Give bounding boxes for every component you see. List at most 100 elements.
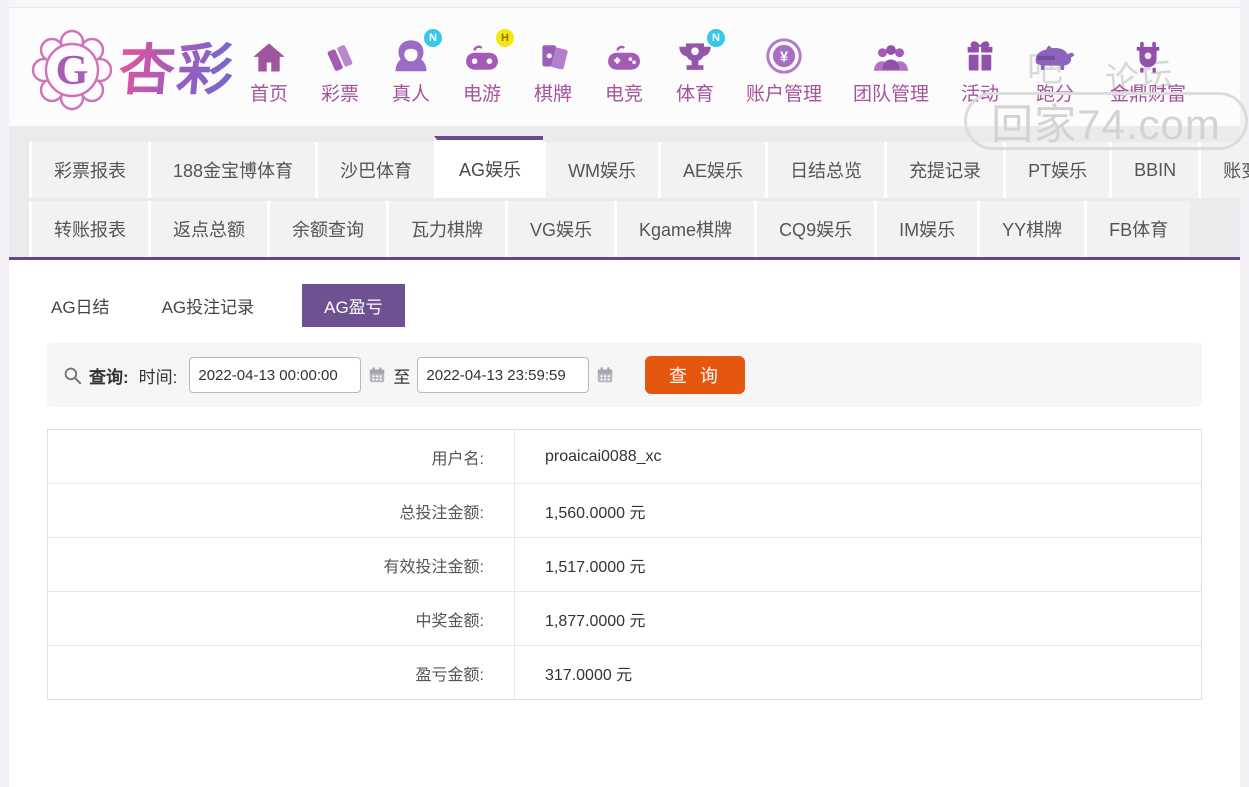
- nav-label: 体育: [675, 83, 714, 105]
- tab-kgame-chess[interactable]: Kgame棋牌: [614, 201, 755, 257]
- row-label: 盈亏金额:: [47, 645, 515, 700]
- query-button[interactable]: 查 询: [645, 356, 746, 394]
- nav-label: 团队管理: [853, 83, 930, 105]
- nav-home[interactable]: 首页: [249, 35, 289, 106]
- content: AG日结 AG投注记录 AG盈亏 查询: 时间: 至 查 询 用户: [9, 260, 1240, 700]
- tab-deposit-withdraw-records[interactable]: 充提记录: [884, 142, 1004, 198]
- tab-im-entertainment[interactable]: IM娱乐: [874, 201, 978, 257]
- start-time-input[interactable]: [189, 357, 362, 393]
- search-icon: [63, 366, 82, 385]
- tab-ag-entertainment[interactable]: AG娱乐: [434, 136, 544, 198]
- ag-subtabs: AG日结 AG投注记录 AG盈亏: [47, 260, 1202, 327]
- tab-yy-chess[interactable]: YY棋牌: [977, 201, 1085, 257]
- nav-label: 跑分: [1036, 83, 1075, 105]
- lottery-ticket-icon: [322, 35, 358, 75]
- tab-wm-entertainment[interactable]: WM娱乐: [543, 142, 659, 198]
- tab-188jinbaobo-sports[interactable]: 188金宝博体育: [148, 142, 316, 198]
- svg-text:¥: ¥: [780, 49, 789, 65]
- home-icon: [251, 35, 287, 75]
- rhino-icon: [1031, 35, 1079, 75]
- tab-shaba-sports[interactable]: 沙巴体育: [315, 142, 435, 198]
- tab-lottery-report[interactable]: 彩票报表: [29, 142, 148, 198]
- nav-jinding-wealth[interactable]: 金鼎财富: [1110, 35, 1186, 106]
- nav-account-management[interactable]: ¥ 账户管理: [746, 35, 822, 106]
- main-nav: 首页 彩票 N 真人 H 电游 棋牌 电竞 N 体育 ¥ 账户管理 团队管理 活…: [249, 28, 1186, 106]
- nav-paofen[interactable]: 跑分: [1031, 35, 1079, 106]
- nav-lottery[interactable]: 彩票: [320, 35, 360, 106]
- subtab-ag-profit-loss[interactable]: AG盈亏: [302, 284, 405, 327]
- end-calendar-icon[interactable]: [596, 366, 614, 384]
- gift-icon: [962, 35, 998, 75]
- nav-live[interactable]: N 真人: [391, 28, 442, 106]
- ding-icon: [1130, 35, 1166, 75]
- to-label: 至: [393, 367, 411, 387]
- nav-label: 首页: [249, 83, 288, 105]
- tab-daily-summary[interactable]: 日结总览: [765, 142, 885, 198]
- coin-icon: ¥: [765, 35, 803, 75]
- table-row-total-bet: 总投注金额: 1,560.0000 元: [47, 483, 1202, 538]
- brand-logo[interactable]: G 杏彩: [31, 29, 249, 111]
- tab-row-1: 彩票报表 188金宝博体育 沙巴体育 AG娱乐 WM娱乐 AE娱乐 日结总览 充…: [29, 136, 1249, 198]
- query-label: 查询:: [89, 367, 129, 387]
- row-label: 总投注金额:: [47, 483, 515, 538]
- nav-label: 真人: [391, 83, 430, 105]
- row-label: 中奖金额:: [47, 591, 515, 646]
- report-tabs: 彩票报表 188金宝博体育 沙巴体育 AG娱乐 WM娱乐 AE娱乐 日结总览 充…: [9, 126, 1249, 260]
- tab-balance-query[interactable]: 余额查询: [267, 201, 386, 257]
- esports-gamepad-icon: [604, 35, 644, 75]
- row-value: proaicai0088_xc: [514, 429, 1202, 484]
- nav-label: 电游: [462, 83, 501, 105]
- nav-chess[interactable]: 棋牌: [533, 35, 573, 106]
- live-n-badge: N: [424, 28, 442, 47]
- nav-label: 彩票: [320, 83, 359, 105]
- nav-label: 账户管理: [746, 83, 823, 105]
- subtab-ag-daily[interactable]: AG日结: [47, 284, 114, 327]
- row-value: 317.0000 元: [545, 666, 633, 684]
- start-calendar-icon[interactable]: [368, 366, 386, 384]
- table-row-username: 用户名: proaicai0088_xc: [47, 429, 1202, 484]
- table-row-win-amount: 中奖金额: 1,877.0000 元: [47, 591, 1202, 646]
- nav-esports[interactable]: 电竞: [604, 35, 644, 106]
- tab-ae-entertainment[interactable]: AE娱乐: [658, 142, 766, 198]
- nav-label: 电竞: [604, 83, 643, 105]
- row-value: 1,560.0000 元: [514, 483, 1202, 538]
- tab-wali-chess[interactable]: 瓦力棋牌: [386, 201, 505, 257]
- nav-sports[interactable]: N 体育: [675, 28, 725, 106]
- rosette-logo-icon: G: [31, 29, 113, 111]
- tab-rebate-total[interactable]: 返点总额: [148, 201, 267, 257]
- row-label: 用户名:: [47, 429, 515, 484]
- subtab-ag-bet-records[interactable]: AG投注记录: [158, 284, 259, 327]
- table-row-valid-bet: 有效投注金额: 1,517.0000 元: [47, 537, 1202, 592]
- nav-label: 棋牌: [533, 83, 572, 105]
- sports-n-badge: N: [707, 28, 725, 47]
- tab-account-change-report[interactable]: 账变报表: [1198, 142, 1249, 198]
- egame-gamepad-icon: H: [462, 28, 514, 75]
- row-value: 1,517.0000 元: [514, 537, 1202, 592]
- tab-cq9-entertainment[interactable]: CQ9娱乐: [754, 201, 875, 257]
- header: G 杏彩 首页 彩票 N 真人 H 电游 棋牌 电竞 N 体育 ¥ 账户管理 团…: [9, 8, 1240, 126]
- live-person-icon: N: [392, 28, 442, 75]
- brand-name: 杏彩: [116, 38, 238, 101]
- profit-loss-table: 用户名: proaicai0088_xc 总投注金额: 1,560.0000 元…: [47, 429, 1202, 700]
- row-label: 有效投注金额:: [47, 537, 515, 592]
- table-row-profit-loss: 盈亏金额: 317.0000 元: [47, 645, 1202, 700]
- row-value: 1,877.0000 元: [514, 591, 1202, 646]
- query-bar: 查询: 时间: 至 查 询: [47, 343, 1202, 407]
- cards-icon: [535, 35, 571, 75]
- nav-team-management[interactable]: 团队管理: [853, 35, 929, 106]
- tab-pt-entertainment[interactable]: PT娱乐: [1003, 142, 1110, 198]
- tab-bbin[interactable]: BBIN: [1109, 142, 1199, 198]
- tab-vg-entertainment[interactable]: VG娱乐: [505, 201, 615, 257]
- nav-egame[interactable]: H 电游: [462, 28, 514, 106]
- egame-h-badge: H: [496, 28, 514, 47]
- svg-text:G: G: [56, 48, 89, 94]
- nav-label: 金鼎财富: [1110, 83, 1187, 105]
- time-label: 时间:: [138, 367, 178, 387]
- team-icon: [871, 35, 911, 75]
- tab-fb-sports[interactable]: FB体育: [1084, 201, 1191, 257]
- top-strip: [9, 0, 1240, 8]
- nav-activity[interactable]: 活动: [960, 35, 1000, 106]
- page: G 杏彩 首页 彩票 N 真人 H 电游 棋牌 电竞 N 体育 ¥ 账户管理 团…: [9, 0, 1249, 787]
- end-time-input[interactable]: [417, 357, 590, 393]
- tab-transfer-report[interactable]: 转账报表: [29, 201, 148, 257]
